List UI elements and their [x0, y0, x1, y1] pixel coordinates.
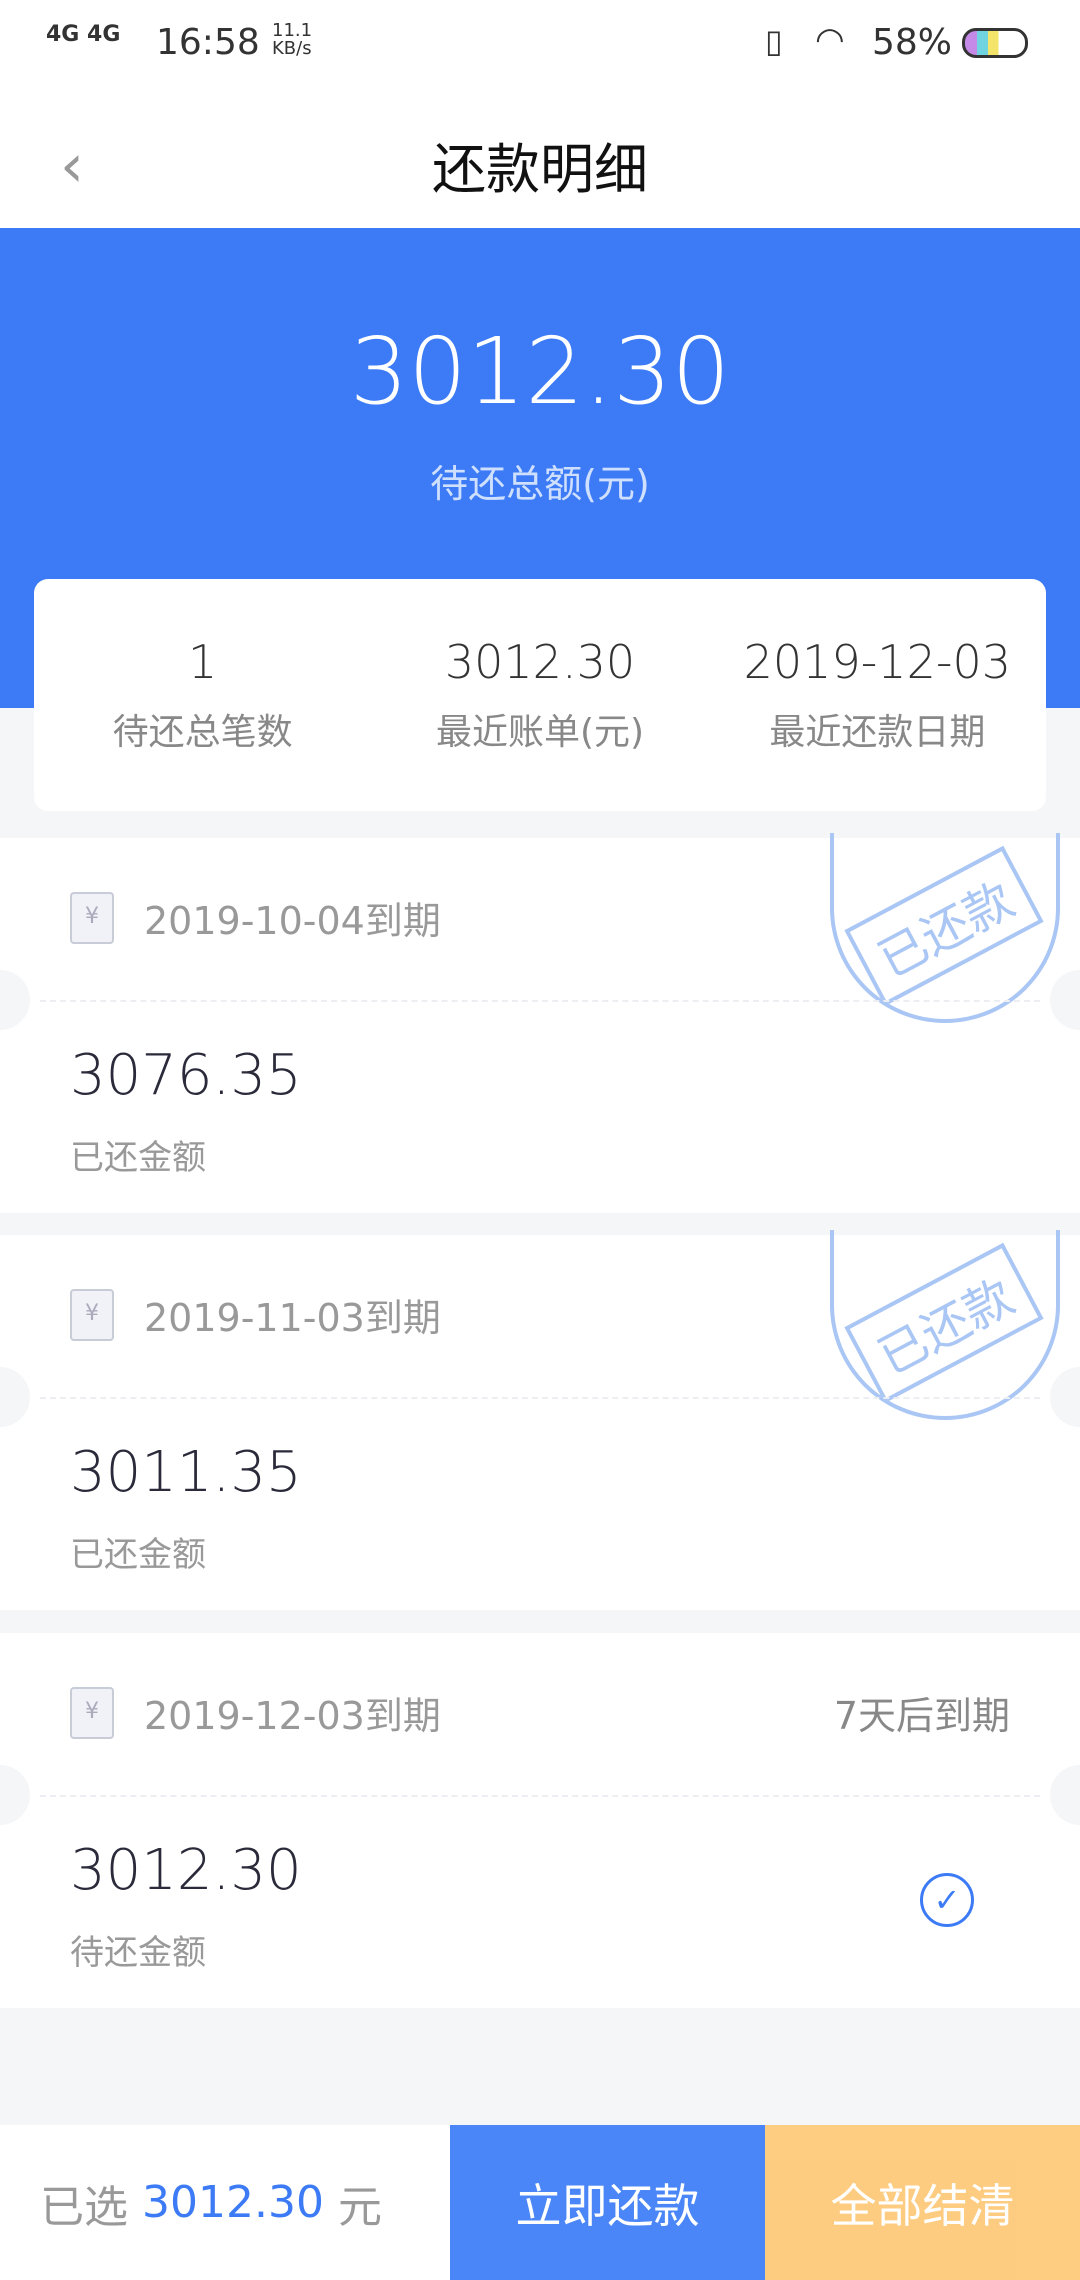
- selected-amount: 3012.30: [142, 2177, 324, 2228]
- value: 3012.30: [444, 635, 636, 689]
- countdown: 7天后到期: [833, 1694, 1010, 1738]
- pay-now-button[interactable]: 立即还款: [450, 2125, 765, 2280]
- due-date: 2019-11-03到期: [144, 1296, 441, 1340]
- divider: [40, 1397, 1040, 1399]
- bill-amount-label: 已还金额: [70, 1535, 206, 1575]
- bill-amount-label: 待还金额: [70, 1933, 206, 1973]
- signal-icon: 4G 4G: [46, 22, 121, 47]
- battery-percent: 58%: [872, 22, 953, 63]
- value: 2019-12-03: [743, 635, 1011, 689]
- label: 最近账单(元): [435, 712, 645, 753]
- check-icon[interactable]: ✓: [920, 1873, 974, 1927]
- bill-card[interactable]: ¥2019-12-03到期 7天后到期 3012.30 待还金额 ✓: [0, 1633, 1080, 2008]
- battery-icon: [962, 28, 1028, 58]
- summary-latest-date: 2019-12-03 最近还款日期: [709, 635, 1046, 755]
- net-speed: 11.1 KB/s: [272, 20, 313, 59]
- total-label: 待还总额(元): [430, 462, 650, 506]
- clock: 16:58: [156, 22, 260, 63]
- paid-stamp: 已还款: [830, 833, 1060, 1023]
- summary-latest-bill: 3012.30 最近账单(元): [371, 635, 708, 755]
- label: 已选: [40, 2181, 128, 2233]
- bill-card[interactable]: ¥2019-11-03到期 已还款 3011.35 已还金额: [0, 1230, 1080, 1610]
- bill-icon: ¥: [70, 1686, 114, 1739]
- label: 待还总笔数: [112, 712, 293, 753]
- bottom-bar: 已选 3012.30 元 立即还款 全部结清: [0, 2125, 1080, 2280]
- status-bar: 4G 4G 16:58 11.1 KB/s ▯ ◠ 58%: [0, 0, 1080, 95]
- summary-count: 1 待还总笔数: [34, 635, 371, 755]
- bill-card[interactable]: ¥2019-10-04到期 已还款 3076.35 已还金额: [0, 833, 1080, 1213]
- bill-amount-label: 已还金额: [70, 1138, 206, 1178]
- pay-all-button[interactable]: 全部结清: [765, 2125, 1080, 2280]
- divider: [40, 1000, 1040, 1002]
- bill-amount: 3011.35: [70, 1440, 302, 1505]
- due-date: 2019-10-04到期: [144, 899, 441, 943]
- nav-bar: ‹ 还款明细: [0, 95, 1080, 228]
- label: 最近还款日期: [769, 712, 986, 753]
- selected-total: 已选 3012.30 元: [0, 2125, 450, 2280]
- paid-stamp: 已还款: [830, 1230, 1060, 1420]
- bill-amount: 3076.35: [70, 1043, 302, 1108]
- vibrate-icon: ▯: [765, 22, 783, 60]
- due-date: 2019-12-03到期: [144, 1694, 441, 1738]
- divider: [40, 1795, 1040, 1797]
- value: 1: [188, 635, 218, 689]
- bill-icon: ¥: [70, 891, 114, 944]
- bill-icon: ¥: [70, 1288, 114, 1341]
- summary-card: 1 待还总笔数 3012.30 最近账单(元) 2019-12-03 最近还款日期: [34, 579, 1046, 811]
- total-amount: 3012.30: [349, 318, 731, 425]
- bill-amount: 3012.30: [70, 1838, 302, 1903]
- page-title: 还款明细: [432, 138, 648, 201]
- unit: 元: [337, 2181, 382, 2233]
- wifi-icon: ◠: [815, 20, 845, 60]
